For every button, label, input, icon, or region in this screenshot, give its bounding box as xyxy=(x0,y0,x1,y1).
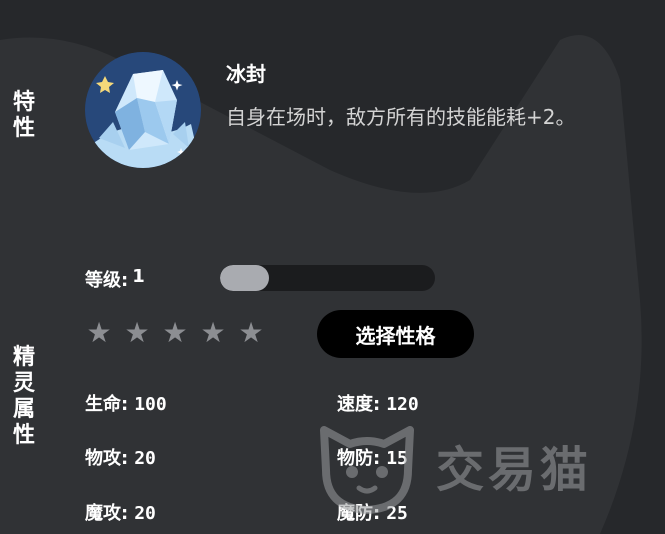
level-value: 1 xyxy=(132,266,145,287)
stat-label: 魔攻: xyxy=(85,503,129,524)
stat-value: 20 xyxy=(134,448,156,469)
trait-name: 冰封 xyxy=(226,62,266,86)
level-label: 等级: 1 xyxy=(85,266,145,292)
star-icon[interactable]: ★ xyxy=(86,316,112,350)
stat-magic-attack: 魔攻: 20 xyxy=(85,499,156,525)
level-progress-fill xyxy=(220,265,270,291)
star-icon[interactable]: ★ xyxy=(200,316,226,350)
stat-value: 20 xyxy=(134,503,156,524)
side-char: 属 xyxy=(12,397,35,422)
stat-physical-attack: 物攻: 20 xyxy=(85,444,156,470)
stat-label: 生命: xyxy=(85,394,129,415)
side-char: 精 xyxy=(12,345,35,370)
ice-crystal-icon xyxy=(85,52,201,168)
cat-logo-icon xyxy=(320,426,414,514)
level-progress-bar xyxy=(220,265,435,291)
side-char: 性 xyxy=(12,116,35,141)
side-char: 特 xyxy=(12,90,35,115)
star-icon[interactable]: ★ xyxy=(238,316,264,350)
stat-hp: 生命: 100 xyxy=(85,390,167,416)
stat-label: 物攻: xyxy=(85,448,129,469)
stat-value: 100 xyxy=(134,394,167,415)
star-icon[interactable]: ★ xyxy=(162,316,188,350)
star-icon[interactable]: ★ xyxy=(124,316,150,350)
trait-description: 自身在场时，敌方所有的技能能耗+2。 xyxy=(226,105,576,129)
watermark-text: 交易猫 xyxy=(436,442,593,498)
side-char: 灵 xyxy=(12,371,35,396)
trait-icon xyxy=(85,52,201,168)
level-label-text: 等级: xyxy=(85,270,129,291)
star-rating[interactable]: ★ ★ ★ ★ ★ xyxy=(86,316,264,350)
side-char: 性 xyxy=(12,423,35,448)
attributes-section-label: 精 灵 属 性 xyxy=(8,345,40,449)
select-nature-button[interactable]: 选择性格 xyxy=(317,310,474,358)
watermark: 交易猫 xyxy=(312,410,592,520)
trait-section-label: 特 性 xyxy=(8,90,40,142)
